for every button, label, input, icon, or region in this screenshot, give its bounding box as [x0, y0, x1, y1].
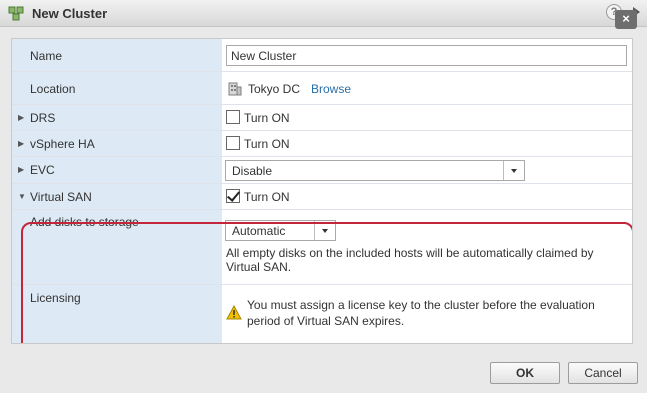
- expand-caret-icon[interactable]: ▶: [18, 165, 24, 174]
- title-bar: New Cluster ? ×: [0, 0, 647, 29]
- dialog-title: New Cluster: [32, 6, 108, 21]
- add-disks-selected-value: Automatic: [232, 224, 286, 238]
- chevron-down-icon[interactable]: [503, 161, 524, 180]
- drs-checkbox-label[interactable]: Turn ON: [244, 111, 290, 125]
- virtual-san-checkbox-label[interactable]: Turn ON: [244, 190, 290, 204]
- add-disks-label: Add disks to storage: [30, 215, 139, 229]
- chevron-down-icon[interactable]: [314, 221, 335, 240]
- close-icon[interactable]: ×: [615, 10, 637, 29]
- collapse-caret-icon[interactable]: ▼: [18, 192, 26, 201]
- add-disks-row: Add disks to storage Automatic All empty…: [12, 210, 632, 285]
- location-label: Location: [30, 82, 76, 96]
- add-disks-select[interactable]: Automatic: [225, 220, 336, 241]
- vsphere-ha-label: vSphere HA: [30, 137, 95, 151]
- add-disks-description: All empty disks on the included hosts wi…: [226, 246, 594, 274]
- drs-checkbox[interactable]: [226, 110, 240, 124]
- datacenter-icon: [228, 82, 242, 96]
- ok-button[interactable]: OK: [490, 362, 560, 384]
- drs-label: DRS: [30, 111, 56, 125]
- name-label: Name: [30, 49, 63, 63]
- virtual-san-label: Virtual SAN: [30, 190, 92, 204]
- warning-icon: [226, 305, 242, 320]
- licensing-warning: You must assign a license key to the clu…: [247, 298, 595, 328]
- cancel-button[interactable]: Cancel: [568, 362, 638, 384]
- licensing-row: Licensing You must assign a license key …: [12, 285, 632, 343]
- cluster-icon: [8, 6, 24, 21]
- vsphere-ha-checkbox[interactable]: [226, 136, 240, 150]
- settings-panel: Name Location Tokyo DC Browse ▶ DRS Turn…: [11, 38, 633, 344]
- location-row: Location Tokyo DC Browse: [12, 72, 632, 105]
- evc-selected-value: Disable: [232, 164, 273, 178]
- expand-caret-icon[interactable]: ▶: [18, 113, 24, 122]
- virtual-san-checkbox[interactable]: [226, 189, 240, 203]
- evc-label: EVC: [30, 163, 55, 177]
- drs-row[interactable]: ▶ DRS Turn ON: [12, 105, 632, 131]
- new-cluster-dialog: New Cluster ? × Name Location Tokyo DC: [0, 0, 647, 393]
- evc-row[interactable]: ▶ EVC Disable: [12, 157, 632, 184]
- vsphere-ha-row[interactable]: ▶ vSphere HA Turn ON: [12, 131, 632, 157]
- expand-caret-icon[interactable]: ▶: [18, 139, 24, 148]
- vsphere-ha-checkbox-label[interactable]: Turn ON: [244, 137, 290, 151]
- location-value: Tokyo DC: [248, 82, 301, 96]
- name-input[interactable]: [226, 45, 627, 66]
- licensing-label: Licensing: [30, 291, 81, 305]
- virtual-san-row[interactable]: ▼ Virtual SAN Turn ON: [12, 184, 632, 210]
- evc-select[interactable]: Disable: [225, 160, 525, 181]
- name-row: Name: [12, 39, 632, 72]
- browse-link[interactable]: Browse: [311, 82, 351, 96]
